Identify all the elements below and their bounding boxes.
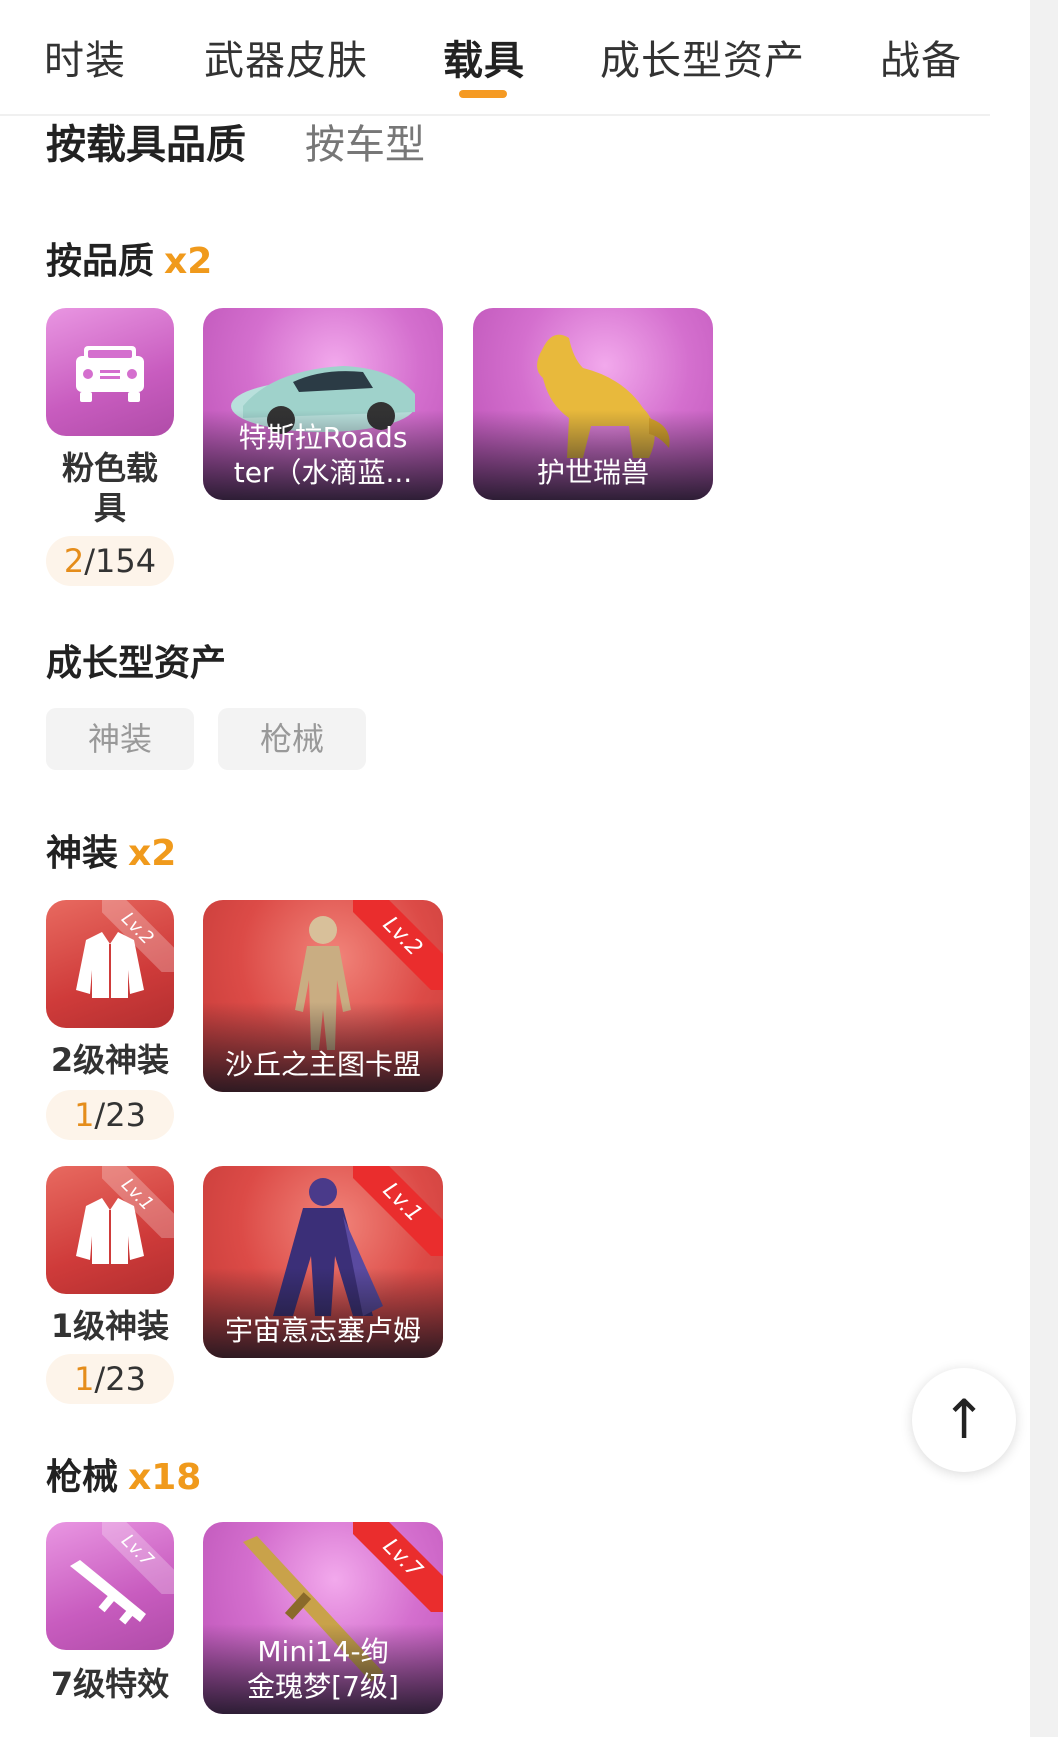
section-title-text: 成长型资产 [46, 643, 227, 684]
category-name: 2级神装 [50, 1041, 170, 1079]
level7-effect-category-tile[interactable]: Lv.7 [46, 1522, 174, 1650]
level-tag: Lv.2 [102, 900, 174, 972]
item-card-mini14-golden-rose[interactable]: Lv.7 Mini14-绚 金瑰梦[7级] [203, 1522, 443, 1714]
back-to-top-button[interactable]: ↑ [912, 1368, 1016, 1472]
owned-count: 2 [63, 542, 85, 580]
category-name: 粉色载 具 [46, 448, 174, 528]
arrow-up-icon: ↑ [941, 1388, 987, 1451]
section-title-shenzhuang: 神装 x2 [46, 824, 176, 876]
item-card-cosmic-will-selum[interactable]: Lv.1 宇宙意志塞卢姆 [203, 1166, 443, 1358]
section-title-text: 按品质 [46, 241, 155, 282]
item-level-tag: Lv.2 [353, 900, 443, 990]
item-card-tesla-roadster[interactable]: 特斯拉Roads ter（水滴蓝... [203, 308, 443, 500]
item-name-line2: 金瑰梦[7级] [247, 1670, 399, 1703]
filter-chip-shenzhuang[interactable]: 神装 [46, 708, 194, 770]
category-name-line1: 粉色载 [61, 449, 158, 487]
owned-count: 1 [74, 1096, 95, 1134]
item-name: 特斯拉Roads ter（水滴蓝... [213, 420, 433, 490]
item-name: 宇宙意志塞卢姆 [224, 1314, 421, 1347]
level1-outfit-category-tile[interactable]: Lv.1 [46, 1166, 174, 1294]
tab-growth-assets[interactable]: 成长型资产 [600, 28, 805, 86]
item-name: Mini14-绚 金瑰梦[7级] [213, 1634, 433, 1704]
section-count: x2 [164, 241, 213, 282]
section-count: x18 [128, 1457, 202, 1498]
section-title-growth-assets: 成长型资产 [46, 634, 226, 686]
level-tag: Lv.7 [102, 1522, 174, 1594]
item-name-line1: 特斯拉Roads [238, 421, 408, 454]
right-edge-strip [1030, 0, 1058, 1737]
filter-chip-guns[interactable]: 枪械 [218, 708, 366, 770]
section-title-text: 枪械 [46, 1457, 119, 1498]
level-tag: Lv.1 [102, 1166, 174, 1238]
total-count: /154 [84, 542, 157, 580]
item-name-line1: Mini14-绚 [257, 1635, 389, 1668]
section-count: x2 [128, 833, 177, 874]
total-count: /23 [94, 1360, 146, 1398]
tab-war-supplies[interactable]: 战备 [880, 28, 962, 86]
category-tab-bar: 时装 武器皮肤 载具 成长型资产 战备 [0, 0, 990, 116]
total-count: /23 [94, 1096, 146, 1134]
section-title-text: 神装 [46, 833, 119, 874]
category-collection-count: 1/23 [46, 1354, 174, 1404]
tab-fashion[interactable]: 时装 [44, 28, 126, 86]
level2-outfit-category-tile[interactable]: Lv.2 [46, 900, 174, 1028]
item-name: 护世瑞兽 [536, 456, 649, 489]
item-name-line2: ter（水滴蓝... [233, 456, 413, 489]
section-title-guns: 枪械 x18 [46, 1448, 201, 1500]
item-name: 沙丘之主图卡盟 [224, 1048, 421, 1081]
category-name: 7级特效 [50, 1665, 170, 1703]
pink-vehicle-category-tile[interactable] [46, 308, 174, 436]
category-collection-count: 2/154 [46, 536, 174, 586]
category-name: 1级神装 [50, 1307, 170, 1345]
jeep-icon [76, 346, 144, 402]
tab-vehicles[interactable]: 载具 [443, 28, 525, 86]
tab-weapon-skins[interactable]: 武器皮肤 [204, 28, 368, 86]
subtab-by-vehicle-quality[interactable]: 按载具品质 [46, 112, 246, 170]
owned-count: 1 [74, 1360, 95, 1398]
section-title-quality: 按品质 x2 [46, 232, 212, 284]
active-tab-indicator [459, 90, 507, 98]
item-card-dune-lord[interactable]: Lv.2 沙丘之主图卡盟 [203, 900, 443, 1092]
item-level-tag: Lv.7 [353, 1522, 443, 1612]
item-level-tag: Lv.1 [353, 1166, 443, 1256]
category-collection-count: 1/23 [46, 1090, 174, 1140]
category-name-line2: 具 [93, 489, 126, 527]
subtab-by-vehicle-model[interactable]: 按车型 [305, 112, 425, 170]
item-card-guardian-beast[interactable]: 护世瑞兽 [473, 308, 713, 500]
